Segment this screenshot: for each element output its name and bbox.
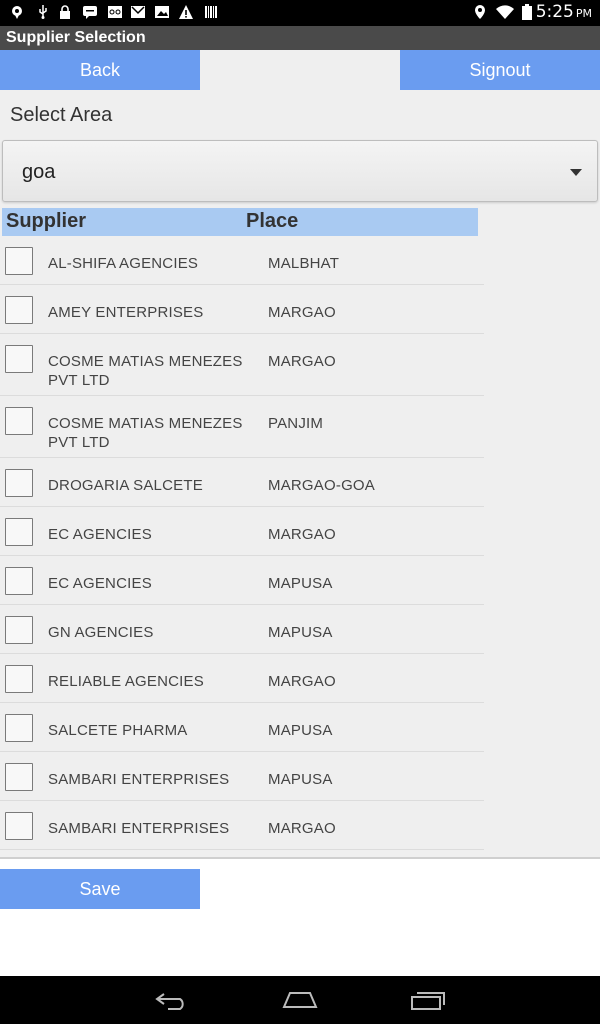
supplier-checkbox[interactable]	[5, 616, 33, 644]
barcode-icon	[204, 5, 218, 19]
gmail-icon	[131, 5, 145, 19]
supplier-place: MARGAO	[268, 820, 336, 837]
back-icon[interactable]	[142, 984, 202, 1016]
supplier-name: GN AGENCIES	[48, 624, 154, 641]
lock-icon	[58, 5, 72, 19]
supplier-place: MALBHAT	[268, 255, 340, 272]
supplier-name: SALCETE PHARMA	[48, 722, 188, 739]
table-row: COSME MATIAS MENEZES PVT LTD MARGAO	[0, 334, 484, 396]
supplier-name: AMEY ENTERPRISES	[48, 304, 204, 321]
area-dropdown-value: goa	[22, 161, 56, 183]
usb-icon	[36, 5, 50, 19]
supplier-list: AL-SHIFA AGENCIES MALBHAT AMEY ENTERPRIS…	[0, 236, 484, 850]
supplier-checkbox[interactable]	[5, 812, 33, 840]
table-header: Supplier Place	[2, 208, 478, 236]
app-content: Back Signout Select Area goa Supplier Pl…	[0, 50, 600, 976]
supplier-name: DROGARIA SALCETE	[48, 477, 203, 494]
supplier-checkbox[interactable]	[5, 763, 33, 791]
battery-icon	[522, 4, 532, 20]
place-column-header: Place	[246, 210, 299, 232]
wifi-icon	[496, 5, 514, 19]
recent-apps-icon[interactable]	[398, 984, 458, 1016]
supplier-checkbox[interactable]	[5, 665, 33, 693]
supplier-place: MAPUSA	[268, 624, 333, 641]
supplier-checkbox[interactable]	[5, 345, 33, 373]
supplier-place: MARGAO	[268, 526, 336, 543]
supplier-name: SAMBARI ENTERPRISES	[48, 771, 230, 788]
supplier-place: MARGAO-GOA	[268, 477, 376, 494]
table-row: AL-SHIFA AGENCIES MALBHAT	[0, 236, 484, 285]
supplier-name: EC AGENCIES	[48, 526, 152, 543]
supplier-name: EC AGENCIES	[48, 575, 152, 592]
supplier-name: COSME MATIAS MENEZES PVT LTD	[48, 353, 243, 389]
table-row: COSME MATIAS MENEZES PVT LTD PANJIM	[0, 396, 484, 458]
table-row: RELIABLE AGENCIES MARGAO	[0, 654, 484, 703]
supplier-column-header: Supplier	[6, 210, 87, 232]
table-row: SAMBARI ENTERPRISES MARGAO	[0, 801, 484, 850]
supplier-name: SAMBARI ENTERPRISES	[48, 820, 230, 837]
supplier-place: MAPUSA	[268, 771, 333, 788]
supplier-place: MAPUSA	[268, 575, 333, 592]
chat-icon	[83, 5, 97, 19]
supplier-checkbox[interactable]	[5, 296, 33, 324]
supplier-name: AL-SHIFA AGENCIES	[48, 255, 199, 272]
table-row: SAMBARI ENTERPRISES MAPUSA	[0, 752, 484, 801]
supplier-checkbox[interactable]	[5, 714, 33, 742]
supplier-checkbox[interactable]	[5, 407, 33, 435]
supplier-place: MARGAO	[268, 673, 336, 690]
footer: Save	[0, 859, 600, 976]
supplier-checkbox[interactable]	[5, 567, 33, 595]
table-row: EC AGENCIES MAPUSA	[0, 556, 484, 605]
signout-button[interactable]: Signout	[400, 50, 600, 90]
location-pin-icon	[473, 5, 487, 19]
status-time: 5:25 PM	[535, 2, 592, 22]
supplier-place: MARGAO	[268, 304, 336, 321]
supplier-name: RELIABLE AGENCIES	[48, 673, 204, 690]
table-row: AMEY ENTERPRISES MARGAO	[0, 285, 484, 334]
warning-icon	[179, 5, 193, 19]
location-icon	[10, 5, 24, 19]
page-title: Supplier Selection	[0, 26, 600, 50]
home-icon[interactable]	[270, 984, 330, 1016]
dropdown-arrow-icon	[570, 169, 582, 176]
supplier-place: MARGAO	[268, 353, 336, 370]
supplier-place: PANJIM	[268, 415, 324, 432]
table-row: DROGARIA SALCETE MARGAO-GOA	[0, 458, 484, 507]
supplier-place: MAPUSA	[268, 722, 333, 739]
save-button[interactable]: Save	[0, 869, 200, 909]
table-row: EC AGENCIES MARGAO	[0, 507, 484, 556]
table-row: GN AGENCIES MAPUSA	[0, 605, 484, 654]
status-bar: 5:25 PM	[0, 0, 600, 26]
select-area-label: Select Area	[10, 104, 113, 126]
supplier-checkbox[interactable]	[5, 469, 33, 497]
navigation-bar	[0, 976, 600, 1024]
voicemail-icon	[108, 5, 122, 19]
area-dropdown[interactable]: goa	[2, 140, 598, 202]
supplier-name: COSME MATIAS MENEZES PVT LTD	[48, 415, 243, 451]
image-icon	[155, 5, 169, 19]
supplier-checkbox[interactable]	[5, 518, 33, 546]
back-button[interactable]: Back	[0, 50, 200, 90]
supplier-checkbox[interactable]	[5, 247, 33, 275]
table-row: SALCETE PHARMA MAPUSA	[0, 703, 484, 752]
